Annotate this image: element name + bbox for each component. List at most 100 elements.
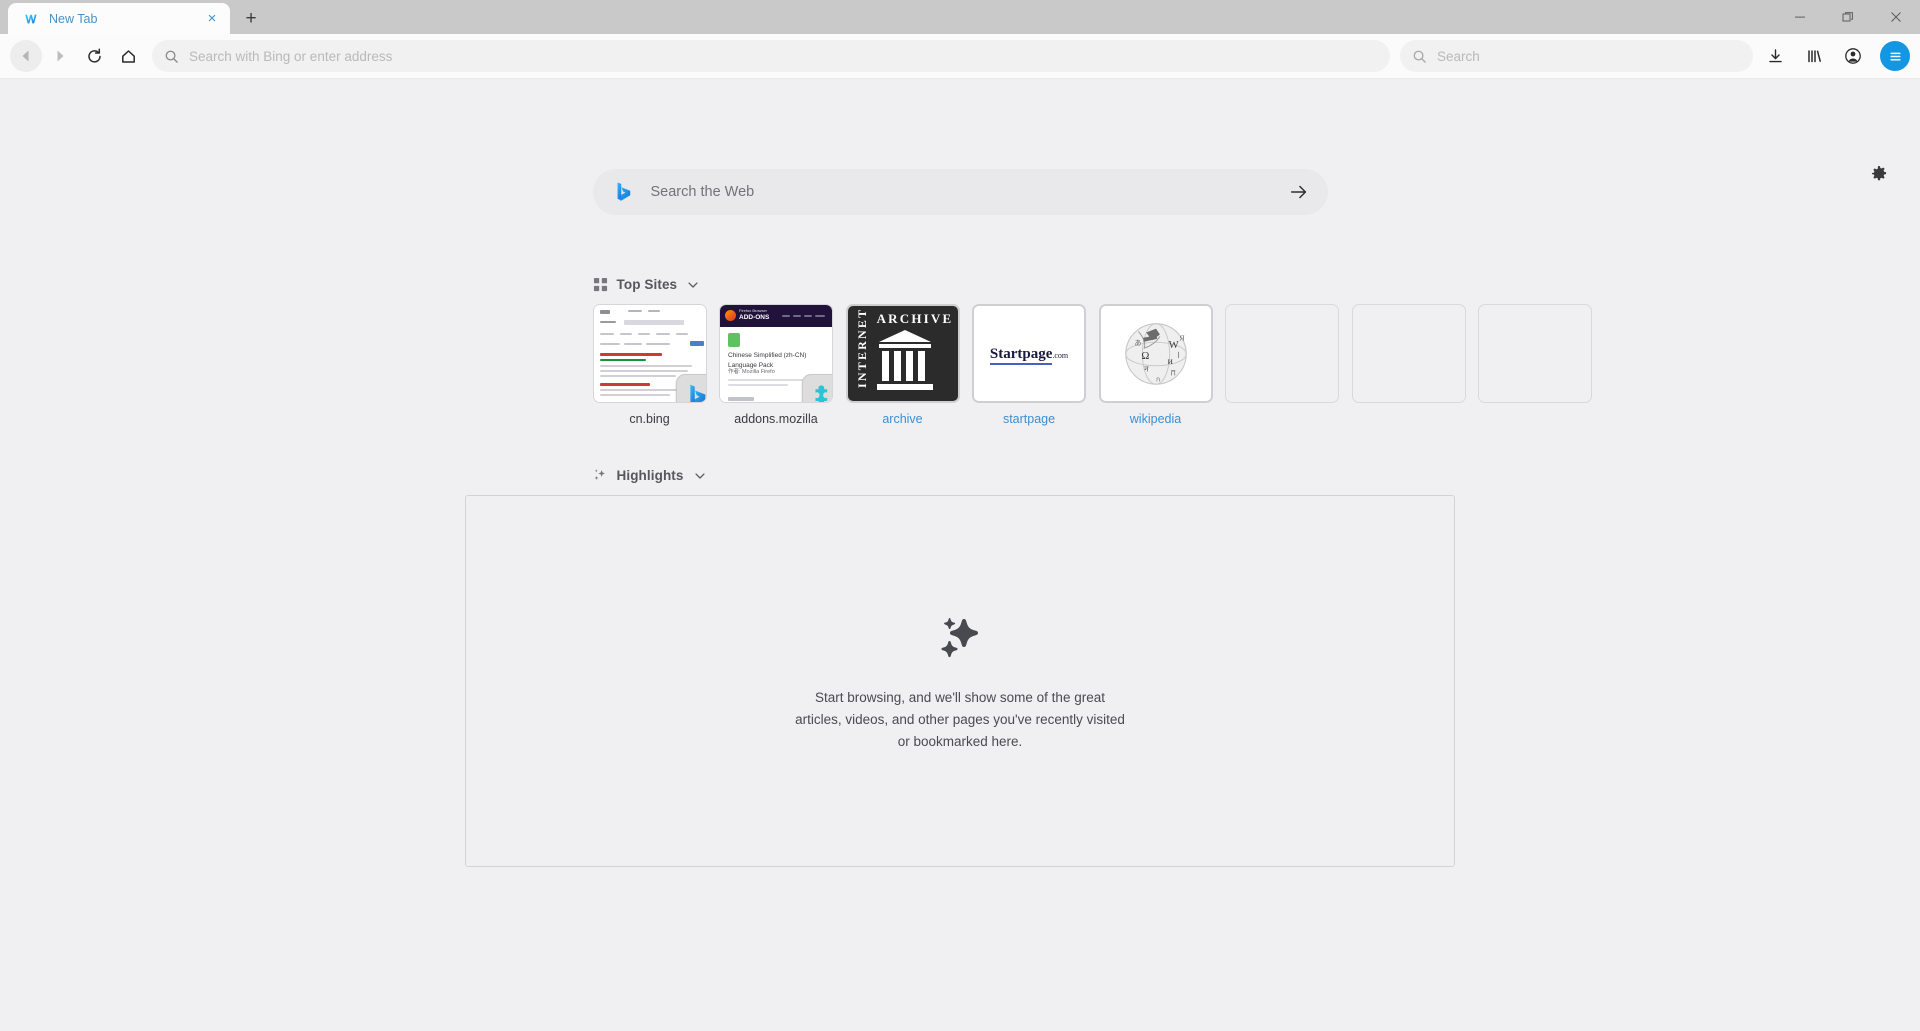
svg-text:Ω: Ω — [1141, 349, 1149, 361]
top-site-thumbnail: Firefox Browser ADD-ONS Chinese Simplifi… — [719, 304, 833, 403]
highlights-empty-text: Start browsing, and we'll show some of t… — [795, 690, 1125, 749]
top-site-tile[interactable]: cn.bing — [592, 304, 707, 426]
startpage-brand: Startpage — [989, 345, 1053, 365]
top-site-thumbnail: ARCHIVE INTERNET — [845, 304, 960, 403]
new-tab-button[interactable]: + — [236, 3, 266, 33]
back-button[interactable] — [10, 40, 42, 72]
tile-favicon-badge — [675, 374, 706, 402]
svg-text:न: न — [1144, 364, 1149, 373]
startpage-tld: .com — [1052, 350, 1069, 360]
top-site-label[interactable]: archive — [846, 412, 960, 426]
top-sites-title: Top Sites — [616, 277, 678, 292]
top-site-tile[interactable]: Firefox Browser ADD-ONS Chinese Simplifi… — [719, 304, 833, 426]
svg-text:あ: あ — [1134, 339, 1141, 347]
reload-button[interactable] — [78, 40, 110, 72]
top-site-tile-empty[interactable] — [1351, 304, 1466, 426]
svg-text:INTERNET: INTERNET — [855, 310, 869, 388]
highlights-wrap: Start browsing, and we'll show some of t… — [465, 495, 1455, 867]
arrow-right-icon[interactable] — [1288, 181, 1310, 203]
top-site-placeholder — [1351, 304, 1466, 403]
top-site-tile-empty[interactable] — [1478, 304, 1592, 426]
window-controls — [1776, 0, 1920, 34]
search-input[interactable] — [1437, 48, 1741, 64]
svg-text:Я: Я — [1179, 333, 1184, 342]
svg-text:ח: ח — [1170, 367, 1175, 377]
search-icon — [165, 50, 178, 63]
browser-tab[interactable]: New Tab × — [8, 3, 230, 34]
library-button[interactable] — [1797, 39, 1831, 73]
top-site-thumbnail: Startpage.com — [972, 304, 1086, 403]
new-tab-page: Top Sites — [0, 79, 1920, 1031]
svg-text:ARCHIVE: ARCHIVE — [876, 311, 952, 326]
puzzle-piece-icon — [815, 384, 827, 402]
forward-icon — [57, 50, 64, 62]
page-settings-button[interactable] — [1866, 161, 1892, 187]
reload-icon — [87, 47, 101, 63]
sparkle-large-icon — [941, 618, 978, 658]
minimize-icon — [1795, 16, 1805, 18]
top-site-placeholder — [1225, 304, 1339, 403]
close-window-button[interactable] — [1872, 0, 1920, 34]
web-search-box[interactable] — [592, 169, 1328, 215]
maximize-restore-button[interactable] — [1824, 0, 1872, 34]
chevron-down-icon[interactable] — [693, 469, 707, 483]
top-site-tile[interactable]: Startpage.com startpage — [972, 304, 1086, 426]
startpage-logo-icon: Startpage.com — [989, 345, 1069, 365]
back-icon — [22, 50, 29, 62]
minimize-button[interactable] — [1776, 0, 1824, 34]
waterfox-w-icon — [25, 14, 37, 24]
web-search-input[interactable] — [650, 184, 1272, 200]
top-site-label[interactable]: startpage — [972, 412, 1086, 426]
tab-bar: New Tab × + — [0, 0, 1920, 34]
grid-icon — [593, 277, 607, 292]
wikipedia-globe-icon: W Ω и Я あ ח न ก ا — [1124, 322, 1187, 385]
top-site-label: cn.bing — [629, 412, 670, 426]
address-input[interactable] — [189, 48, 1378, 64]
top-site-thumbnail: W Ω и Я あ ח न ก ا — [1098, 304, 1213, 403]
account-icon — [1845, 48, 1861, 64]
top-sites-grid: cn.bing Firefox Browser ADD-ONS Chinese … — [592, 304, 1592, 426]
highlights-empty-state: Start browsing, and we'll show some of t… — [465, 495, 1455, 867]
page-inner: Top Sites — [465, 79, 1592, 867]
top-site-tile[interactable]: ARCHIVE INTERNET archive — [845, 304, 960, 426]
close-icon[interactable]: × — [202, 9, 222, 29]
sparkle-icon — [594, 469, 605, 480]
highlights-header: Highlights — [593, 468, 1328, 483]
top-site-tile[interactable]: W Ω и Я あ ח न ก ا wikipedia — [1098, 304, 1213, 426]
amo-author: 作者: Mozilla Firefo — [728, 369, 775, 375]
forward-button[interactable] — [44, 40, 76, 72]
account-button[interactable] — [1836, 39, 1870, 73]
top-site-placeholder — [1478, 304, 1592, 403]
search-icon — [1413, 50, 1426, 63]
top-site-label: addons.mozilla — [734, 412, 818, 426]
search-bar[interactable] — [1400, 40, 1753, 72]
top-sites-header: Top Sites — [593, 277, 1328, 292]
close-window-icon — [1891, 12, 1901, 22]
address-bar[interactable] — [152, 40, 1390, 72]
home-button[interactable] — [112, 40, 144, 72]
app-menu-button[interactable] — [1880, 41, 1910, 71]
library-icon — [1807, 49, 1821, 62]
tab-title: New Tab — [49, 11, 98, 26]
svg-text:ก: ก — [1156, 376, 1160, 383]
bing-logo-icon — [617, 182, 630, 201]
tile-favicon-badge — [802, 374, 832, 402]
hamburger-icon — [1889, 52, 1901, 60]
top-site-label[interactable]: wikipedia — [1099, 412, 1213, 426]
download-icon — [1768, 48, 1782, 62]
downloads-button[interactable] — [1758, 39, 1792, 73]
home-icon — [121, 49, 135, 63]
svg-text:и: и — [1167, 355, 1172, 366]
highlights-title: Highlights — [616, 468, 684, 483]
amo-brand: ADD-ONS — [739, 313, 770, 321]
bing-logo-icon — [689, 384, 705, 402]
restore-icon — [1842, 12, 1853, 22]
gear-icon — [1871, 166, 1887, 181]
top-site-thumbnail — [592, 304, 707, 403]
chevron-down-icon[interactable] — [686, 278, 700, 292]
internet-archive-logo-icon: ARCHIVE INTERNET — [855, 310, 952, 390]
svg-text:W: W — [1168, 339, 1179, 351]
amo-title-line1: Chinese Simplified (zh-CN) — [728, 352, 807, 359]
navigation-toolbar — [0, 34, 1920, 79]
top-site-tile-empty[interactable] — [1225, 304, 1339, 426]
